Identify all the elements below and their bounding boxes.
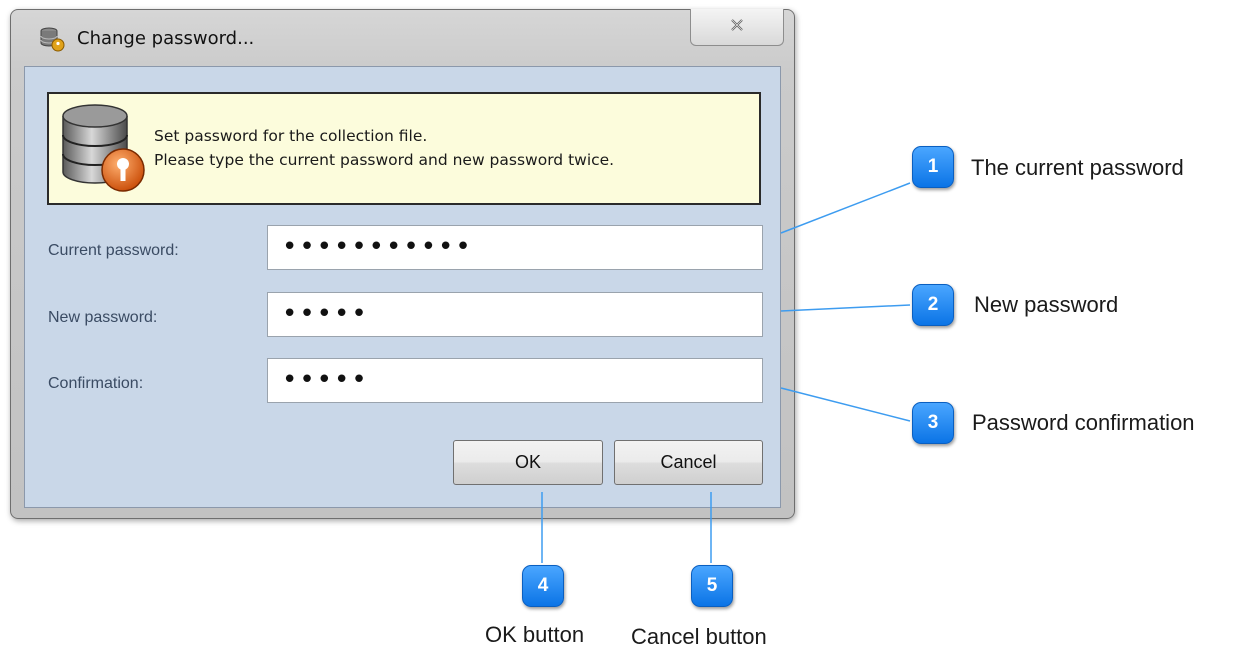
- callout-leader-lines: [541, 182, 911, 563]
- callout-line-1: [780, 182, 911, 234]
- callout-label-4: OK button: [485, 622, 585, 647]
- callout-badge-4: 4: [522, 565, 564, 607]
- callout-badge-3: 3: [912, 402, 954, 444]
- callout-label-1: The current password: [971, 155, 1184, 180]
- callout-label-2: New password: [974, 292, 1119, 317]
- callout-label-3: Password confirmation: [972, 410, 1195, 435]
- callout-line-2: [780, 304, 911, 312]
- callout-line-3: [780, 387, 911, 422]
- callout-badge-5: 5: [691, 565, 733, 607]
- callout-badge-1: 1: [912, 146, 954, 188]
- callout-badge-2: 2: [912, 284, 954, 326]
- callout-label-5: Cancel button: [631, 624, 767, 649]
